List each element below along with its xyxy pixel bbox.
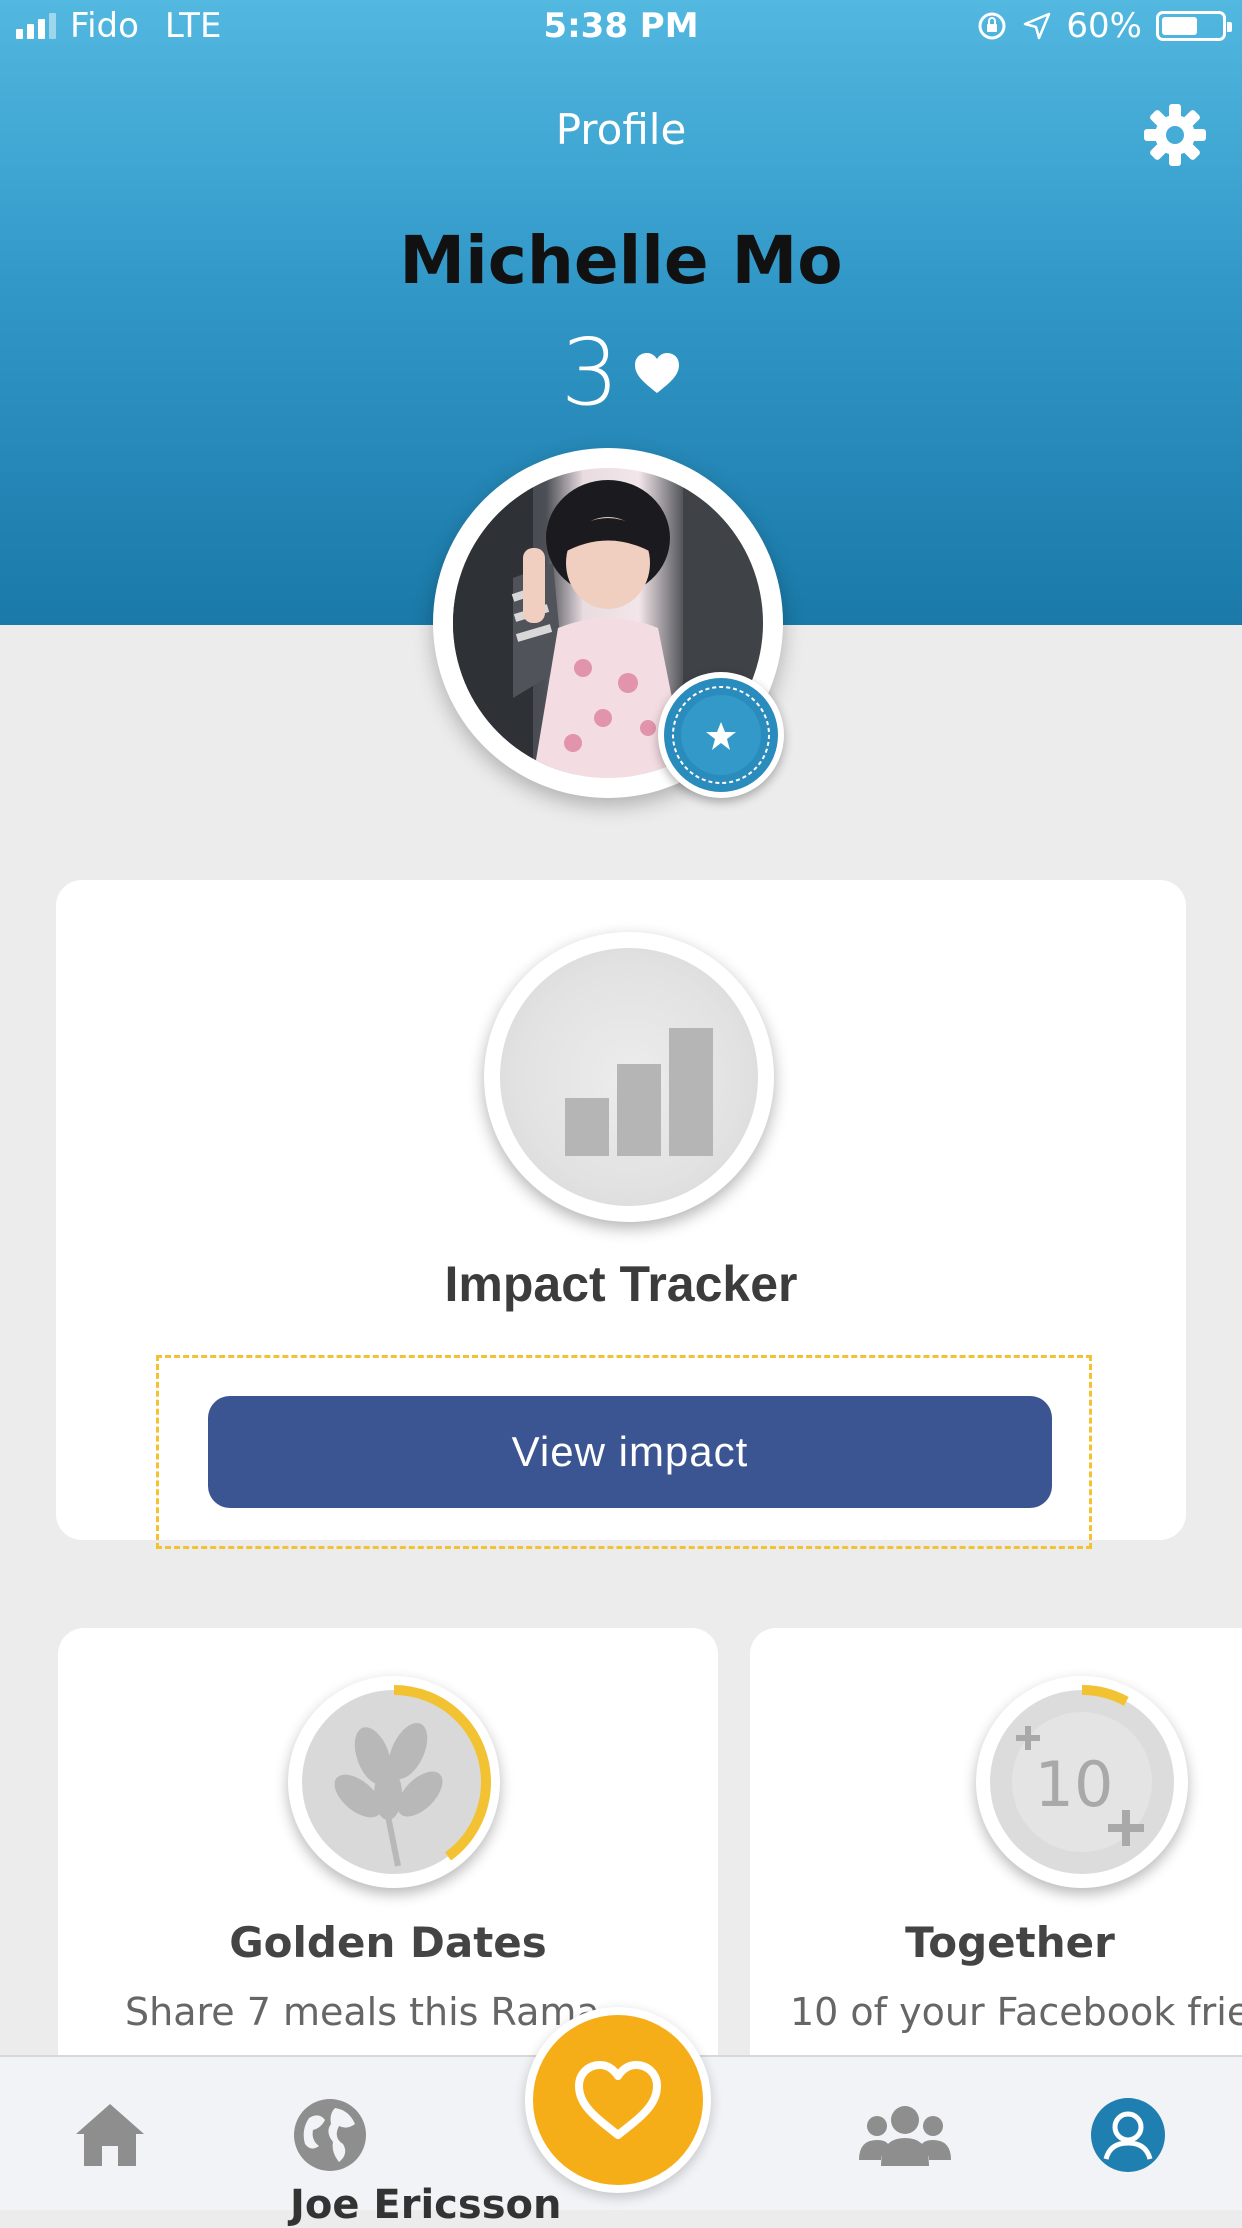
globe-icon[interactable] — [280, 2085, 380, 2185]
svg-text:10: 10 — [1035, 1748, 1114, 1821]
impact-medal — [484, 932, 774, 1222]
donate-button[interactable] — [525, 2007, 711, 2193]
battery-icon — [1156, 11, 1232, 41]
page-title: Profile — [555, 105, 687, 154]
orientation-lock-icon — [978, 12, 1006, 40]
location-arrow-icon — [1024, 12, 1051, 40]
friends-icon[interactable] — [855, 2085, 955, 2185]
battery-percent: 60% — [1066, 6, 1142, 46]
hearts-count: 3 — [560, 319, 620, 426]
status-bar: Fido LTE 5:38 PM 60% — [0, 0, 1242, 56]
battery-fill — [1162, 17, 1197, 35]
achievement-title: Golden Dates — [229, 1918, 547, 1967]
list-peek-text: Joe Ericsson — [290, 2182, 562, 2228]
profile-icon[interactable] — [1078, 2085, 1178, 2185]
heart-icon — [635, 353, 680, 393]
hearts-counter: 3 — [0, 318, 1242, 428]
impact-tracker-title: Impact Tracker — [444, 1256, 798, 1312]
achievement-description: Share 7 meals this Rama — [125, 1990, 600, 2034]
impact-tracker-card: Impact Tracker View impact — [56, 880, 1186, 1549]
achievement-description: 10 of your Facebook frier — [790, 1990, 1242, 2034]
view-impact-button[interactable]: View impact — [208, 1396, 1052, 1508]
gear-icon[interactable] — [1140, 100, 1210, 170]
bar-chart-icon — [565, 1028, 713, 1156]
member-badge-icon — [658, 672, 784, 798]
together-medal: 10 — [976, 1676, 1188, 1888]
user-name: Michelle Mo — [399, 222, 843, 299]
heart-icon — [575, 2061, 661, 2139]
home-icon[interactable] — [60, 2085, 160, 2185]
achievement-title: Together — [905, 1918, 1115, 1967]
golden-dates-medal — [288, 1676, 500, 1888]
